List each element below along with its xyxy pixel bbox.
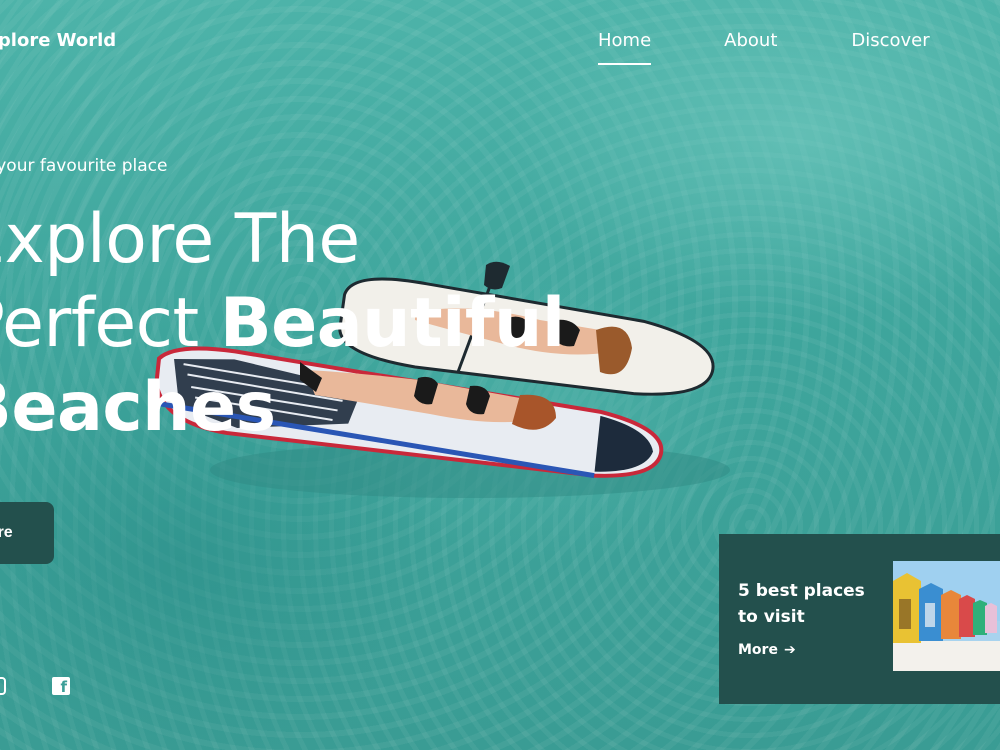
promo-more-link[interactable]: More ➔ (738, 642, 796, 658)
beach-huts-image (893, 561, 1000, 671)
headline-line-2: Perfect Beautiful (0, 282, 565, 366)
arrow-right-icon: ➔ (783, 642, 796, 658)
explore-button[interactable]: Explore (0, 502, 54, 564)
explore-button-label: Explore (0, 524, 13, 541)
facebook-icon[interactable]: f (52, 677, 70, 696)
headline-line-2-bold: Beautiful (219, 284, 565, 363)
social-links: f (0, 677, 70, 696)
headline-line-2-light: Perfect (0, 284, 199, 363)
hero-headline: Explore The Perfect Beautiful Beaches (0, 198, 601, 450)
promo-card[interactable]: 5 best places to visit More ➔ (719, 534, 1000, 704)
nav-home-link[interactable]: Home (598, 30, 652, 65)
nav-about-link[interactable]: About (724, 30, 777, 65)
nav-discover-link[interactable]: Discover (851, 30, 929, 65)
main-nav: Home About Discover (598, 30, 930, 65)
beach-huts-thumbnail (893, 561, 1000, 671)
hero-eyebrow: Find your favourite place (0, 156, 168, 176)
instagram-icon[interactable] (0, 677, 6, 695)
headline-line-1: Explore The (0, 200, 360, 279)
promo-more-label: More (738, 642, 778, 658)
brand-logo[interactable]: Explore World (0, 30, 142, 51)
headline-line-3: Beaches (0, 368, 276, 447)
promo-title: 5 best places to visit (738, 581, 865, 627)
